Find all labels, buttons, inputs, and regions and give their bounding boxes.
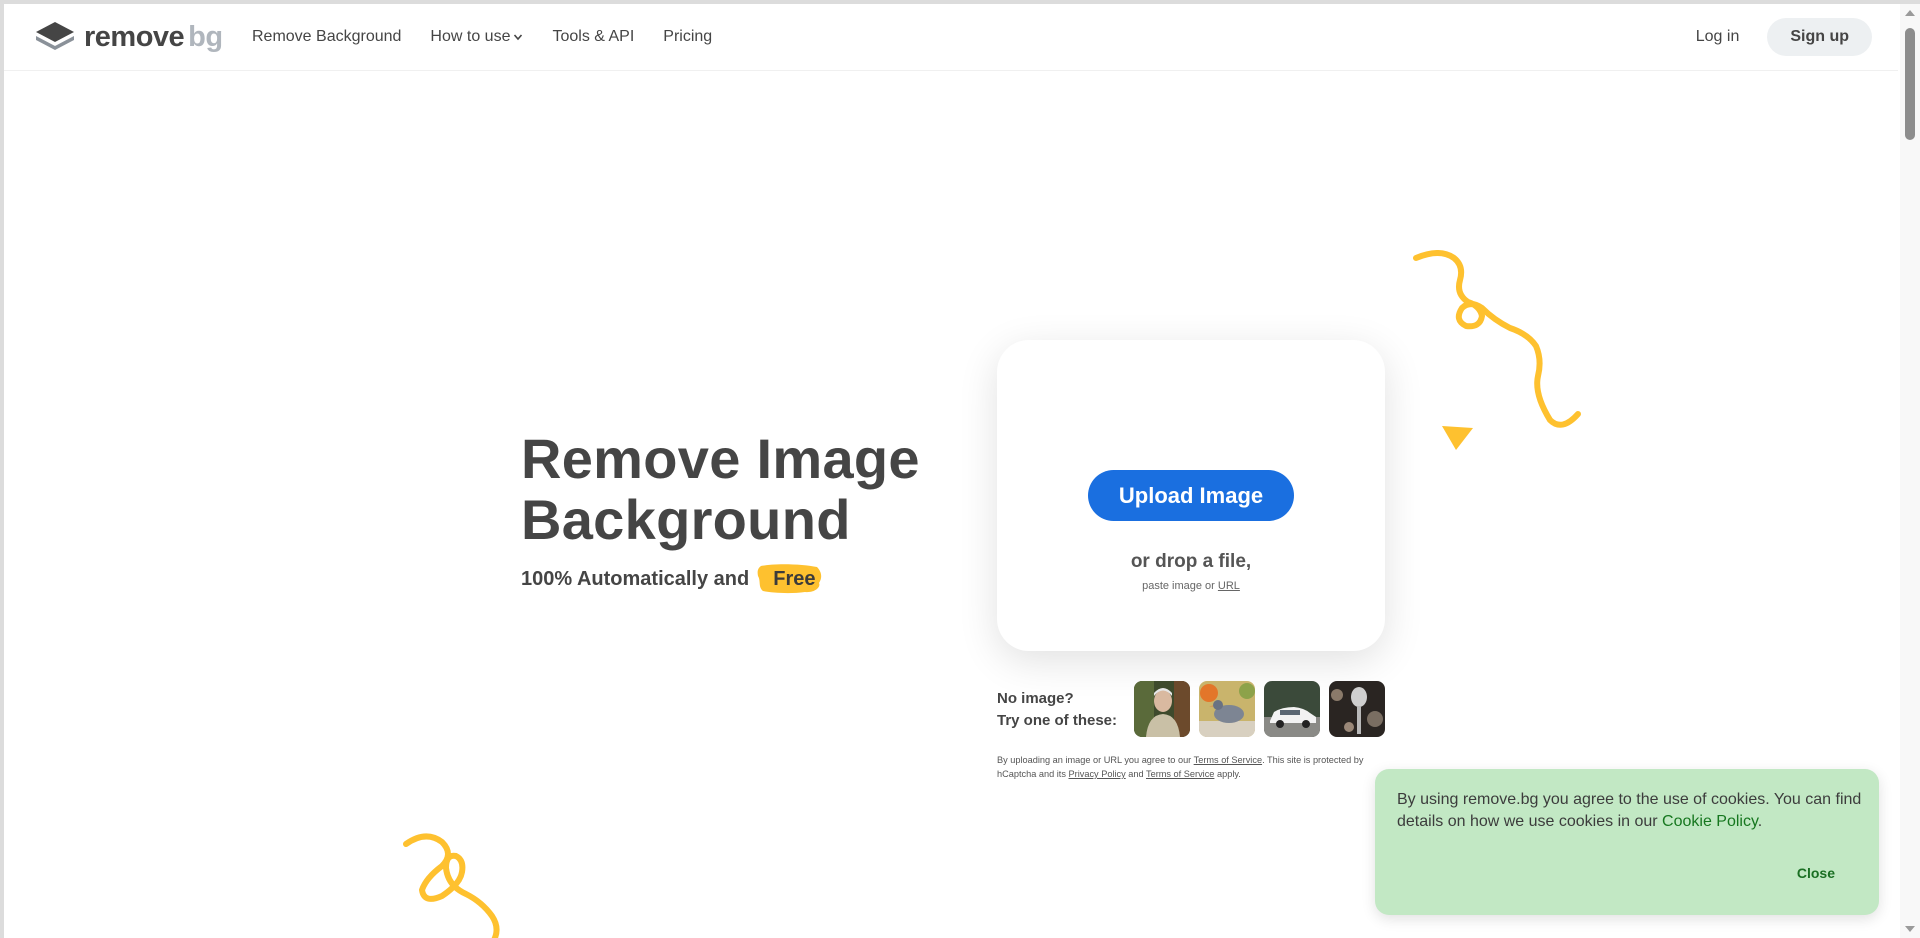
- cookie-banner: By using remove.bg you agree to the use …: [1375, 769, 1879, 915]
- main-nav: Remove Background How to use Tools & API…: [252, 4, 712, 70]
- scrollbar[interactable]: [1900, 4, 1920, 938]
- cookie-period: .: [1757, 813, 1763, 830]
- legal-apply: apply.: [1216, 769, 1241, 779]
- legal-notice: By uploading an image or URL you agree t…: [997, 753, 1397, 781]
- url-link[interactable]: URL: [1218, 580, 1240, 592]
- login-link[interactable]: Log in: [1696, 28, 1740, 46]
- legal-and: and: [1128, 769, 1144, 779]
- nav-remove-background[interactable]: Remove Background: [252, 28, 401, 46]
- samples-label-line1: No image?: [997, 690, 1074, 707]
- scrollbar-thumb[interactable]: [1905, 28, 1915, 140]
- hero-title-line1: Remove Image: [521, 427, 920, 490]
- car-image-icon: [1264, 681, 1320, 737]
- cookie-policy-link[interactable]: Cookie Policy: [1662, 813, 1758, 830]
- nav-how-to-use[interactable]: How to use: [430, 28, 523, 46]
- squiggle-decoration-icon: [1413, 250, 1581, 428]
- hcaptcha-terms-link[interactable]: Terms of Service: [1146, 769, 1214, 779]
- nav-remove-background-label: Remove Background: [252, 28, 402, 45]
- privacy-policy-link[interactable]: Privacy Policy: [1069, 769, 1126, 779]
- nav-tools-api[interactable]: Tools & API: [552, 28, 634, 46]
- triangle-decoration-icon: [1442, 426, 1473, 450]
- header-actions: Log in Sign up: [1696, 18, 1872, 56]
- hero-subtitle: 100% Automatically and Free: [521, 564, 829, 594]
- nav-pricing-label: Pricing: [663, 28, 713, 45]
- pigeon-image-icon: [1199, 681, 1255, 737]
- scroll-up-arrow-icon[interactable]: [1905, 10, 1915, 16]
- sample-thumbnails: [1134, 681, 1385, 737]
- free-badge: Free: [757, 564, 829, 594]
- logo[interactable]: remove bg: [34, 20, 223, 54]
- paste-hint-text: paste image or: [1142, 580, 1215, 592]
- logo-text-primary: remove: [84, 20, 185, 53]
- hero-title: Remove Image Background: [521, 428, 920, 550]
- sample-car-thumbnail[interactable]: [1264, 681, 1320, 737]
- signup-button[interactable]: Sign up: [1767, 18, 1872, 56]
- nav-pricing[interactable]: Pricing: [663, 28, 712, 46]
- site-header: remove bg Remove Background How to use To…: [4, 4, 1898, 71]
- free-badge-label: Free: [773, 568, 816, 590]
- samples-label: No image? Try one of these:: [997, 688, 1117, 732]
- cookie-message: By using remove.bg you agree to the use …: [1397, 789, 1867, 833]
- sample-pigeon-thumbnail[interactable]: [1199, 681, 1255, 737]
- person-image-icon: [1134, 681, 1190, 737]
- logo-mark-icon: [36, 22, 74, 50]
- hero-title-line2: Background: [521, 488, 851, 551]
- upload-card[interactable]: Upload Image or drop a file, paste image…: [997, 340, 1385, 651]
- chevron-down-icon: [514, 34, 523, 41]
- nav-tools-api-label: Tools & API: [552, 28, 635, 45]
- sample-person-thumbnail[interactable]: [1134, 681, 1190, 737]
- hero-subtitle-text: 100% Automatically and: [521, 568, 750, 590]
- nav-how-to-use-label: How to use: [430, 28, 511, 45]
- terms-of-service-link[interactable]: Terms of Service: [1194, 755, 1262, 765]
- cookie-close-button[interactable]: Close: [1797, 865, 1835, 881]
- microphone-image-icon: [1329, 681, 1385, 737]
- logo-text: remove bg: [84, 21, 223, 54]
- logo-text-secondary: bg: [188, 20, 223, 53]
- samples-label-line2: Try one of these:: [997, 712, 1118, 729]
- spiral-decoration-icon: [403, 833, 500, 938]
- scroll-down-arrow-icon[interactable]: [1905, 926, 1915, 932]
- sample-microphone-thumbnail[interactable]: [1329, 681, 1385, 737]
- cookie-message-text: By using remove.bg you agree to the use …: [1397, 791, 1862, 830]
- legal-text-1: By uploading an image or URL you agree t…: [997, 755, 1192, 765]
- drop-file-text: or drop a file,: [1130, 551, 1252, 572]
- paste-hint: paste image or URL: [997, 580, 1385, 592]
- upload-image-button[interactable]: Upload Image: [1088, 470, 1294, 521]
